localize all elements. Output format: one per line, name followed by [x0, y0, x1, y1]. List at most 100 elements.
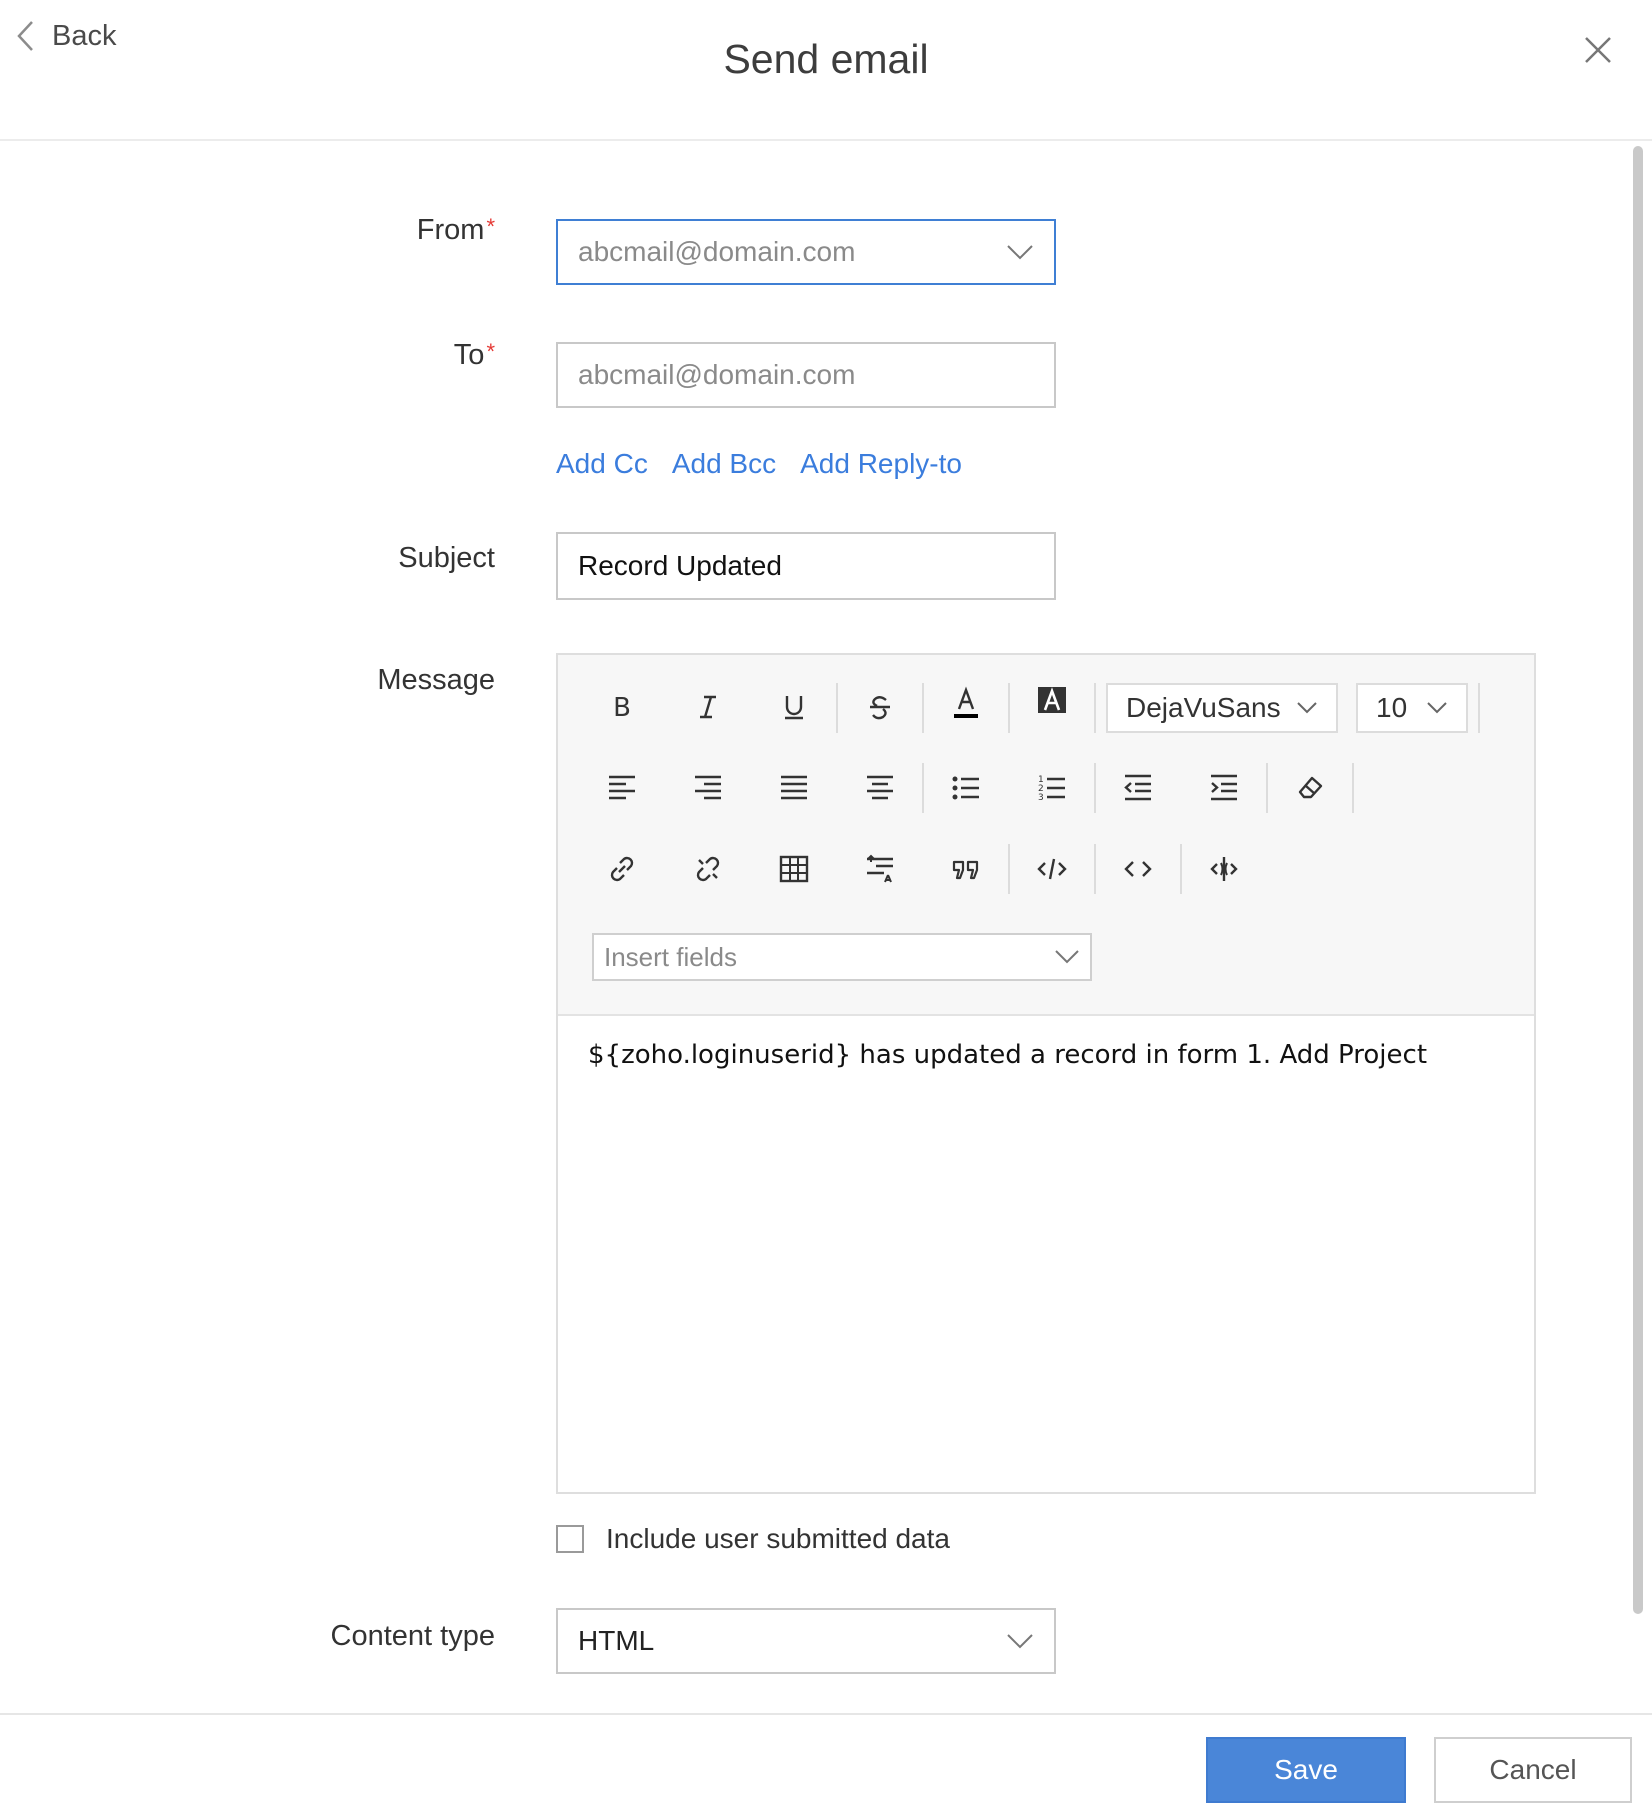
strikethrough-icon [870, 696, 890, 720]
add-cc-link[interactable]: Add Cc [556, 448, 648, 480]
insert-fields-select[interactable]: Insert fields [592, 933, 1092, 981]
toolbar-separator [922, 683, 924, 733]
code-block-button[interactable] [1022, 841, 1082, 897]
content-type-label: Content type [330, 1620, 495, 1652]
bullet-list-button[interactable] [936, 760, 996, 816]
bullet-list-icon [952, 776, 979, 800]
from-label: From* [416, 214, 495, 246]
dialog-footer: Save Cancel [0, 1713, 1652, 1818]
subject-value: Record Updated [578, 550, 782, 581]
remove-link-button[interactable] [678, 841, 738, 897]
underline-icon [785, 696, 803, 720]
clear-format-button[interactable] [1280, 760, 1340, 816]
align-justify-button[interactable] [764, 760, 824, 816]
toolbar-separator [1180, 844, 1182, 894]
insert-table-button[interactable] [764, 841, 824, 897]
to-label: To* [453, 339, 495, 371]
align-center-button[interactable] [850, 760, 910, 816]
highlight-color-icon [1038, 687, 1066, 713]
link-icon [610, 856, 634, 882]
toolbar-separator [1094, 844, 1096, 894]
toolbar-separator [836, 683, 838, 733]
indent-button[interactable] [1194, 760, 1254, 816]
code-block-icon [1037, 858, 1067, 880]
align-left-icon [609, 775, 635, 800]
font-color-button[interactable] [936, 675, 996, 731]
add-reply-to-link[interactable]: Add Reply-to [800, 448, 962, 480]
toolbar-separator [1008, 844, 1010, 894]
toolbar-separator [1266, 763, 1268, 813]
italic-button[interactable] [678, 679, 738, 735]
dialog-title: Send email [723, 36, 929, 82]
font-family-value: DejaVuSans [1126, 692, 1281, 723]
cancel-button[interactable]: Cancel [1434, 1737, 1632, 1803]
outdent-icon [1124, 774, 1151, 801]
chevron-down-icon [1055, 950, 1079, 964]
align-justify-icon [781, 775, 807, 800]
html-source-icon [1124, 861, 1152, 877]
chevron-down-icon [1007, 1634, 1033, 1649]
close-button[interactable] [1580, 32, 1616, 68]
bold-button[interactable]: B [592, 679, 652, 735]
chevron-down-icon [1427, 702, 1447, 714]
table-icon [779, 855, 809, 883]
highlight-color-button[interactable] [1022, 673, 1082, 729]
content-type-value: HTML [578, 1625, 655, 1656]
from-select[interactable]: abcmail@domain.com [556, 219, 1056, 285]
align-center-icon [867, 775, 893, 800]
subject-label: Subject [398, 542, 495, 574]
recipient-links: Add Cc Add Bcc Add Reply-to [556, 448, 962, 480]
subject-input[interactable]: Record Updated [556, 532, 1056, 600]
checkbox[interactable] [556, 1525, 584, 1553]
align-right-icon [695, 775, 721, 800]
include-user-data-label: Include user submitted data [606, 1523, 950, 1554]
vertical-scrollbar[interactable] [1633, 146, 1643, 1614]
rich-text-editor: B DejaVuSans 10 1 2 3 Insert fields ${zo… [556, 653, 1536, 1494]
toolbar-separator [1008, 683, 1010, 733]
editor-toolbar: B DejaVuSans 10 1 2 3 Insert fields [558, 655, 1534, 1016]
toolbar-separator [1094, 763, 1096, 813]
embed-icon [1210, 857, 1238, 881]
underline-button[interactable] [764, 679, 824, 735]
unlink-icon [696, 856, 720, 882]
chevron-down-icon [1007, 245, 1033, 260]
indent-icon [1211, 774, 1237, 801]
line-height-icon [867, 854, 893, 883]
font-color-icon [954, 686, 978, 718]
font-size-value: 10 [1376, 692, 1408, 723]
embed-button[interactable] [1194, 841, 1254, 897]
toolbar-separator [1478, 683, 1480, 733]
include-user-data-checkbox[interactable]: Include user submitted data [556, 1523, 950, 1555]
message-body[interactable]: ${zoho.loginuserid} has updated a record… [588, 1037, 1508, 1477]
blockquote-button[interactable] [936, 841, 996, 897]
from-value: abcmail@domain.com [578, 236, 856, 267]
to-placeholder: abcmail@domain.com [578, 359, 856, 390]
content-type-select[interactable]: HTML [556, 1608, 1056, 1674]
toolbar-separator [1094, 683, 1096, 733]
align-right-button[interactable] [678, 760, 738, 816]
line-height-button[interactable] [850, 841, 910, 897]
clear-format-icon [1298, 776, 1323, 799]
toolbar-separator [922, 763, 924, 813]
close-icon [1585, 37, 1611, 63]
save-button[interactable]: Save [1206, 1737, 1406, 1803]
to-field[interactable]: abcmail@domain.com [556, 342, 1056, 408]
add-bcc-link[interactable]: Add Bcc [672, 448, 776, 480]
align-left-button[interactable] [592, 760, 652, 816]
message-label: Message [377, 664, 495, 696]
bold-icon: B [613, 693, 631, 723]
dialog-header: Back Send email [0, 0, 1652, 141]
svg-text:B: B [613, 693, 631, 723]
font-size-select[interactable]: 10 [1356, 683, 1468, 733]
numbered-list-button[interactable]: 123 [1022, 760, 1082, 816]
svg-text:3: 3 [1038, 793, 1044, 803]
italic-icon [700, 695, 716, 719]
insert-link-button[interactable] [592, 841, 652, 897]
html-source-button[interactable] [1108, 841, 1168, 897]
outdent-button[interactable] [1108, 760, 1168, 816]
insert-fields-placeholder: Insert fields [604, 941, 737, 972]
chevron-down-icon [1297, 702, 1317, 714]
strikethrough-button[interactable] [850, 679, 910, 735]
font-family-select[interactable]: DejaVuSans [1106, 683, 1338, 733]
blockquote-icon [952, 860, 979, 880]
